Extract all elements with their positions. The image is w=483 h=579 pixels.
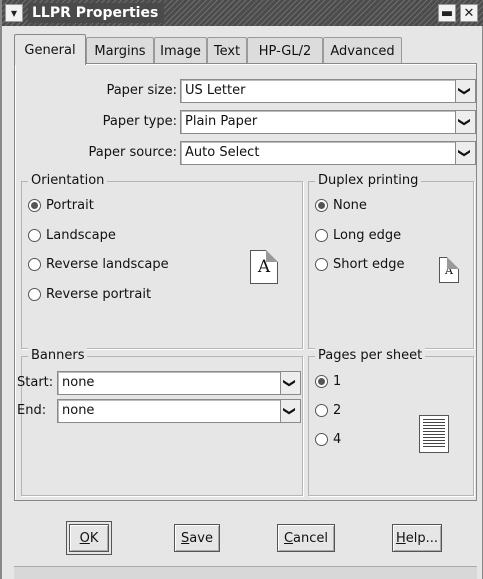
save-button[interactable]: Save	[174, 524, 220, 552]
paper-size-value: US Letter	[185, 83, 246, 98]
tab-margins[interactable]: Margins	[86, 37, 154, 64]
banner-start-label: Start:	[17, 375, 54, 390]
orientation-reverse-portrait-label: Reverse portrait	[46, 287, 152, 302]
close-icon[interactable]: ✕	[460, 4, 478, 22]
pages-per-sheet-1-radio[interactable]: 1	[315, 374, 341, 389]
paper-type-value: Plain Paper	[185, 114, 258, 129]
banner-end-label: End:	[17, 403, 47, 418]
help-button[interactable]: Help...	[392, 524, 442, 552]
minimize-icon[interactable]: ▬	[438, 4, 456, 22]
duplex-legend: Duplex printing	[315, 173, 422, 189]
duplex-none-label: None	[333, 198, 367, 213]
orientation-portrait-label: Portrait	[46, 198, 94, 213]
banner-start-value: none	[62, 375, 95, 390]
radio-indicator[interactable]	[315, 258, 328, 271]
paper-type-combo[interactable]: Plain Paper ❯	[180, 110, 476, 134]
page-layout-preview-icon	[419, 415, 449, 453]
chevron-down-icon[interactable]: ❯	[455, 142, 475, 164]
pages-per-sheet-1-label: 1	[333, 374, 342, 389]
paper-type-label: Paper type:	[102, 114, 177, 129]
tab-advanced[interactable]: Advanced	[323, 37, 402, 64]
chevron-down-icon[interactable]: ❯	[455, 80, 475, 102]
orientation-portrait-radio[interactable]: Portrait	[28, 198, 94, 213]
duplex-short-edge-label: Short edge	[333, 257, 405, 272]
ok-button[interactable]: OK	[66, 521, 112, 555]
orientation-landscape-radio[interactable]: Landscape	[28, 228, 116, 243]
title-bar[interactable]: ▾ LLPR Properties ▬ ✕	[2, 0, 483, 26]
paper-size-combo[interactable]: US Letter ❯	[180, 79, 476, 103]
banner-end-value: none	[62, 403, 95, 418]
orientation-preview-icon: A	[250, 250, 278, 284]
tab-hpgl2[interactable]: HP-GL/2	[247, 37, 323, 64]
pages-per-sheet-4-radio[interactable]: 4	[315, 432, 341, 447]
radio-indicator[interactable]	[315, 229, 328, 242]
banners-group: Banners Start: none ❯ End: none ❯	[17, 348, 303, 496]
window-menu-icon[interactable]: ▾	[5, 4, 23, 22]
paper-size-label: Paper size:	[106, 83, 177, 98]
dialog-bottom-edge	[14, 566, 477, 579]
orientation-reverse-portrait-radio[interactable]: Reverse portrait	[28, 287, 151, 302]
banner-end-combo[interactable]: none ❯	[57, 399, 301, 423]
radio-indicator[interactable]	[28, 288, 41, 301]
banners-legend: Banners	[28, 348, 88, 364]
radio-indicator[interactable]	[28, 229, 41, 242]
duplex-long-edge-label: Long edge	[333, 228, 402, 243]
radio-indicator[interactable]	[315, 199, 328, 212]
general-tab-page: Paper size: US Letter ❯ Paper type: Plai…	[14, 63, 477, 501]
duplex-none-radio[interactable]: None	[315, 198, 367, 213]
orientation-reverse-landscape-radio[interactable]: Reverse landscape	[28, 257, 169, 272]
radio-indicator[interactable]	[315, 433, 328, 446]
properties-dialog: ▾ LLPR Properties ▬ ✕ General Margins Im…	[0, 0, 483, 579]
pages-per-sheet-legend: Pages per sheet	[315, 348, 426, 364]
radio-indicator[interactable]	[315, 404, 328, 417]
orientation-reverse-landscape-label: Reverse landscape	[46, 257, 169, 272]
pages-per-sheet-2-label: 2	[333, 403, 342, 418]
radio-indicator[interactable]	[28, 258, 41, 271]
paper-source-label: Paper source:	[88, 145, 178, 160]
pages-per-sheet-2-radio[interactable]: 2	[315, 403, 341, 418]
radio-indicator[interactable]	[28, 199, 41, 212]
duplex-group: Duplex printing None Long edge Short edg…	[308, 173, 474, 349]
orientation-group: Orientation Portrait Landscape Reverse l…	[21, 173, 303, 349]
chevron-down-icon[interactable]: ❯	[455, 111, 475, 133]
cancel-button[interactable]: Cancel	[277, 524, 335, 552]
paper-source-value: Auto Select	[185, 145, 260, 160]
orientation-landscape-label: Landscape	[46, 228, 116, 243]
radio-indicator[interactable]	[315, 375, 328, 388]
chevron-down-icon[interactable]: ❯	[280, 400, 300, 422]
duplex-long-edge-radio[interactable]: Long edge	[315, 228, 401, 243]
tab-image[interactable]: Image	[154, 37, 207, 64]
paper-source-combo[interactable]: Auto Select ❯	[180, 141, 476, 165]
orientation-legend: Orientation	[28, 173, 108, 189]
duplex-preview-icon: A	[439, 257, 459, 283]
tab-text[interactable]: Text	[207, 37, 247, 64]
duplex-short-edge-radio[interactable]: Short edge	[315, 257, 405, 272]
banner-start-combo[interactable]: none ❯	[57, 371, 301, 395]
pages-per-sheet-4-label: 4	[333, 432, 342, 447]
chevron-down-icon[interactable]: ❯	[280, 372, 300, 394]
window-title: LLPR Properties	[28, 3, 165, 23]
pages-per-sheet-group: Pages per sheet 1 2 4	[308, 348, 474, 496]
tab-general[interactable]: General	[14, 34, 86, 65]
